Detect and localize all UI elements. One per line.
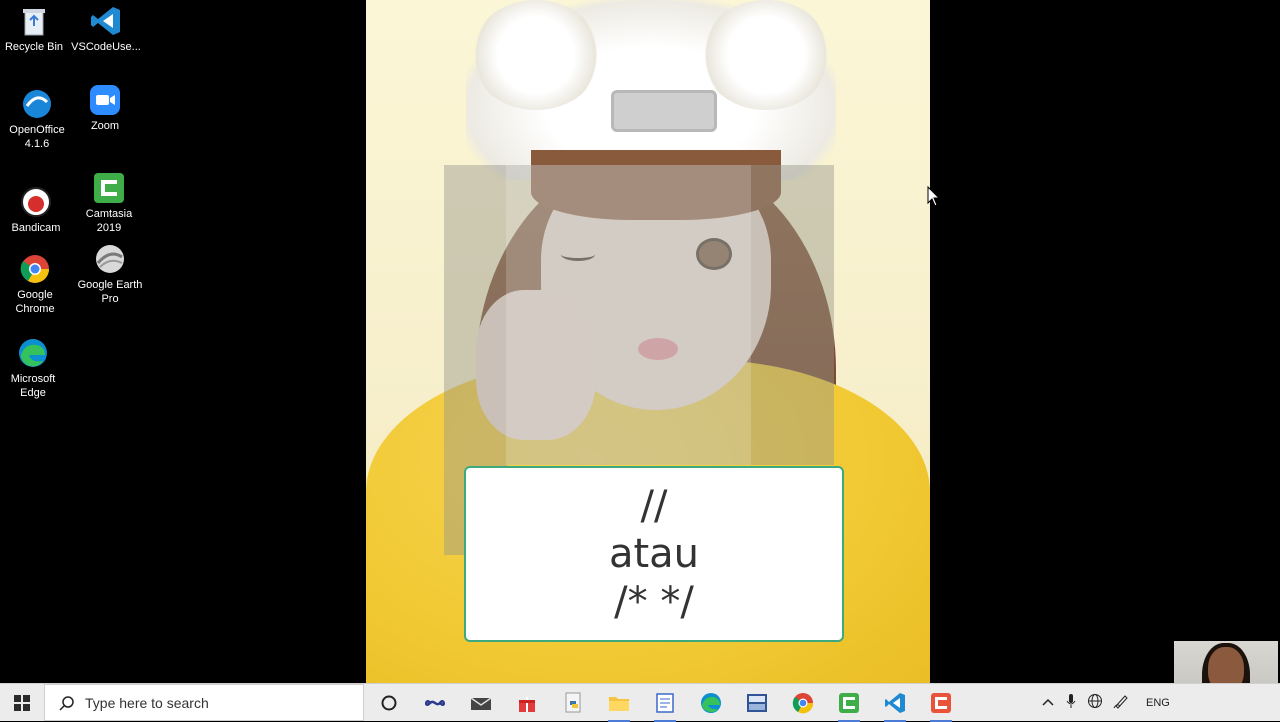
vscode-icon[interactable] [882,690,908,722]
camtasia-recorder-icon[interactable] [928,690,954,722]
camtasia-icon[interactable] [836,690,862,722]
desktop-icon-chrome[interactable]: Google Chrome [0,253,72,316]
desktop-icon-camtasia[interactable]: Camtasia 2019 [72,172,146,235]
desktop-icon-edge[interactable]: Microsoft Edge [0,337,70,400]
edge-icon [17,337,49,369]
system-tray: ENG [1040,684,1170,721]
vscode-icon [90,5,122,37]
windows-logo-icon [14,694,30,711]
taskbar-search-box[interactable]: Type here to search [44,684,364,721]
desktop-icon-label: Recycle Bin [4,41,64,53]
desktop-icon-openoffice[interactable]: OpenOffice 4.1.6 [0,88,74,151]
dev-cpp-icon[interactable] [744,690,770,716]
comment-syntax-textbox: // atau /* */ [464,466,844,642]
illustration-hat-strap [611,90,717,132]
textbox-line-2: atau [608,531,700,577]
desktop-icon-label: Zoom [90,120,120,132]
camtasia-icon [93,172,125,204]
desktop-icon-label: Bandicam [11,222,61,234]
desktop-icon-label: OpenOffice 4.1.6 [9,124,65,150]
desktop-icon-label: Google Earth Pro [77,279,143,305]
microphone-icon[interactable] [1060,693,1082,712]
textbox-line-3: /* */ [614,579,694,625]
recycle-bin-icon [18,5,50,37]
google-earth-icon [94,243,126,275]
chrome-icon[interactable] [790,690,816,716]
edge-icon[interactable] [698,690,724,716]
desktop-icon-recycle-bin[interactable]: Recycle Bin [0,5,71,54]
python-icon[interactable] [560,690,586,716]
desktop-icon-zoom[interactable]: Zoom [68,84,142,133]
desktop-icon-label: Microsoft Edge [10,373,56,399]
textbox-line-1: // [640,483,668,529]
desktop-icon-label: Camtasia 2019 [85,208,133,234]
start-button[interactable] [0,684,44,721]
task-view-icon[interactable] [422,690,448,716]
desktop-icon-label: VSCodeUse... [71,41,141,53]
openoffice-icon [21,88,53,120]
cortana-icon[interactable] [376,690,402,716]
chrome-icon [19,253,51,285]
illustration-hat-ear-right [701,0,831,110]
desktop-icon-bandicam[interactable]: Bandicam [0,186,73,235]
chevron-up-icon[interactable] [1040,697,1056,709]
desktop-icon-label: Google Chrome [15,289,55,315]
bandicam-icon [20,186,52,218]
search-placeholder: Type here to search [85,694,209,711]
gift-icon[interactable] [514,690,540,716]
mouse-cursor-icon [927,185,941,213]
notepad-icon[interactable] [652,690,678,722]
desktop-icon-google-earth[interactable]: Google Earth Pro [73,243,147,306]
grey-overlay-inner [506,165,751,465]
zoom-icon [89,84,121,116]
network-globe-icon[interactable] [1084,693,1106,712]
mail-icon[interactable] [468,690,494,716]
taskbar: Type here to search ENG [0,683,1280,722]
pen-ink-icon[interactable] [1110,693,1132,712]
file-explorer-icon[interactable] [606,690,632,722]
illustration-hat-ear-left [471,0,601,110]
desktop-icon-vscode[interactable]: VSCodeUse... [69,5,143,54]
language-indicator[interactable]: ENG [1146,697,1170,709]
search-icon [59,695,74,711]
